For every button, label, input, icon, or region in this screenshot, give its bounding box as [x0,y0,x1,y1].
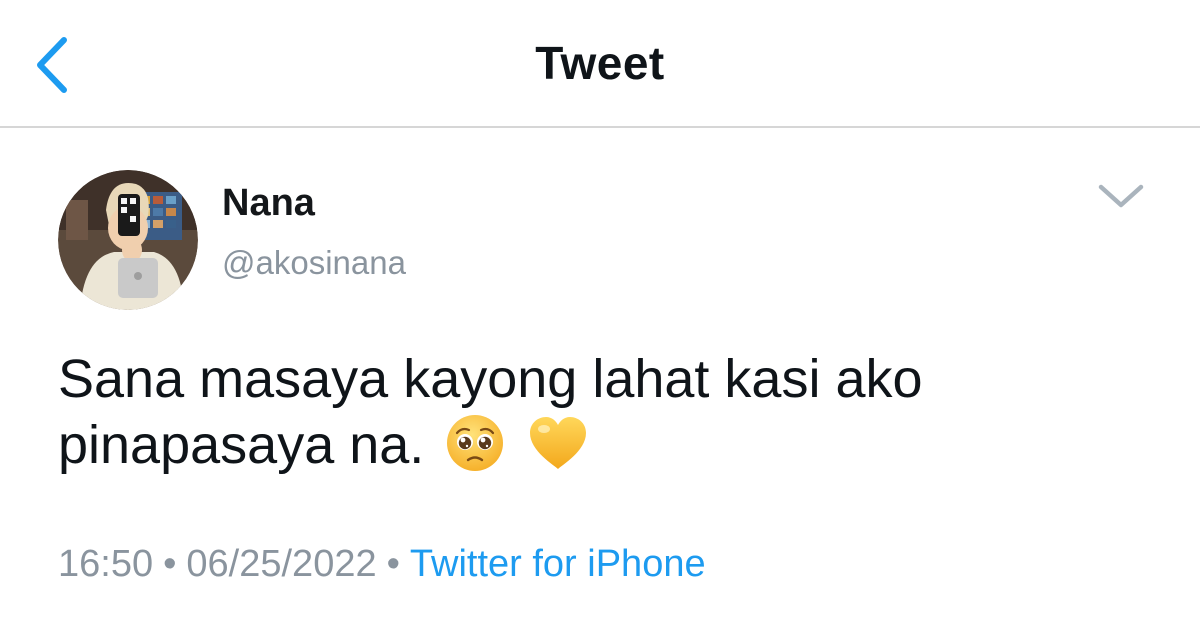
tweet-text-line-with-emoji: pinapasaya na. [58,412,1158,488]
tweet-text: Sana masaya kayong lahat kasi ako pinapa… [58,346,1158,488]
separator-dot: • [386,543,400,585]
tweet-text-line: pinapasaya na. [58,415,425,475]
tweet-text-line: Sana masaya kayong lahat kasi ako [58,349,923,409]
separator-dot: • [163,543,177,585]
author-display-name[interactable]: Nana [222,182,315,225]
chevron-down-icon [1098,184,1144,208]
yellow-heart-emoji [526,413,590,488]
tweet-date: 06/25/2022 [186,543,377,585]
tweet-source-link[interactable]: Twitter for iPhone [410,543,706,585]
avatar[interactable] [58,170,198,310]
pleading-face-emoji [445,413,505,488]
navigation-bar: Tweet [0,0,1200,128]
author-handle[interactable]: @akosinana [222,244,406,282]
more-options-button[interactable] [1094,178,1148,214]
avatar-photo [58,170,198,310]
tweet-time: 16:50 [58,543,154,585]
tweet-metadata: 16:50 • 06/25/2022 • Twitter for iPhone [58,543,706,586]
tweet-detail: Nana @akosinana Sana masaya kayong lahat… [0,128,1200,637]
page-title: Tweet [535,37,665,89]
